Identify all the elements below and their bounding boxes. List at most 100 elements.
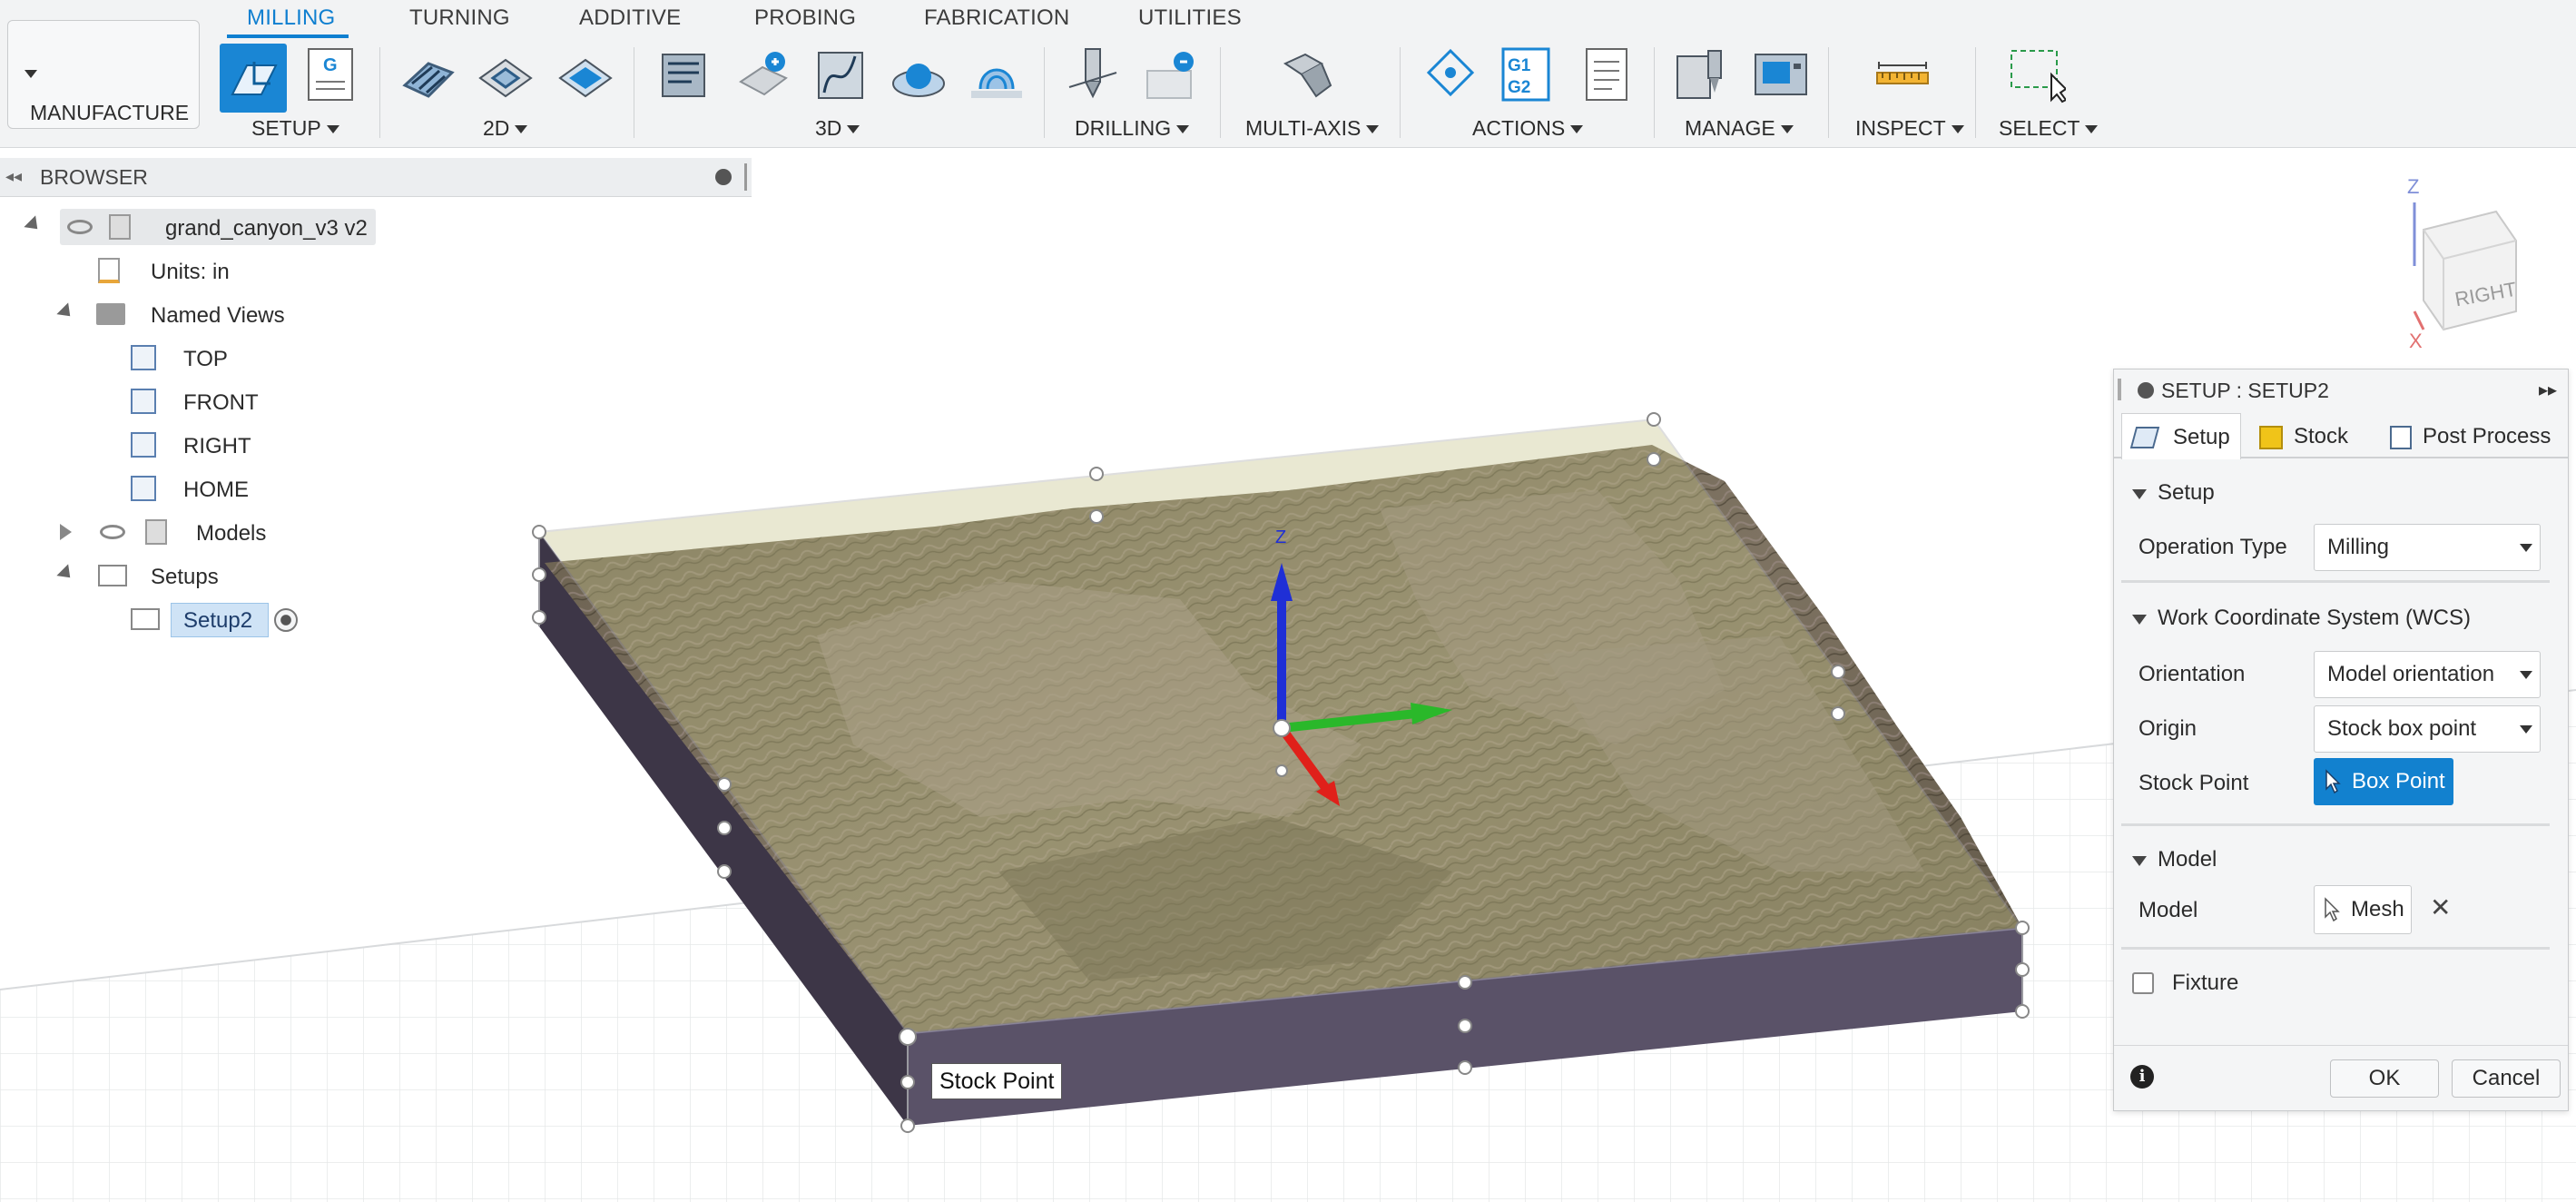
- clear-selection-icon[interactable]: ✕: [2430, 892, 2451, 922]
- tree-root[interactable]: grand_canyon_v3 v2: [0, 209, 381, 245]
- expand-toggle-icon[interactable]: [60, 524, 72, 540]
- machine-library-icon[interactable]: [1752, 45, 1810, 103]
- actions-group-menu[interactable]: ACTIONS: [1472, 116, 1584, 141]
- scallop-icon[interactable]: [968, 45, 1026, 103]
- tab-probing[interactable]: PROBING: [754, 5, 856, 31]
- open-folder-icon: [98, 565, 127, 586]
- browser-options-icon[interactable]: [715, 169, 732, 185]
- orientation-label: Orientation: [2138, 662, 2246, 686]
- dialog-expand-icon[interactable]: ▸▸: [2539, 379, 2557, 401]
- select-group-menu[interactable]: SELECT: [1999, 116, 2099, 141]
- dialog-collapse-icon[interactable]: [2138, 382, 2154, 399]
- simulate-icon[interactable]: [1421, 45, 1480, 103]
- expand-toggle-icon[interactable]: [56, 302, 76, 322]
- ok-button[interactable]: OK: [2330, 1059, 2439, 1098]
- 2d-group-menu[interactable]: 2D: [483, 116, 528, 141]
- operation-type-select[interactable]: Milling: [2314, 524, 2541, 571]
- box-point-button[interactable]: Box Point: [2314, 758, 2453, 805]
- tree-view-front[interactable]: FRONT: [0, 383, 381, 419]
- view-cube[interactable]: Z RIGHT X: [2387, 175, 2542, 357]
- 3d-pocket-icon[interactable]: [735, 45, 793, 103]
- chevron-down-icon: [2520, 725, 2532, 734]
- tab-additive[interactable]: ADDITIVE: [579, 5, 681, 31]
- info-icon[interactable]: i: [2130, 1065, 2154, 1089]
- cancel-button[interactable]: Cancel: [2452, 1059, 2561, 1098]
- workspace-switcher[interactable]: MANUFACTURE: [7, 20, 200, 129]
- nc-program-icon[interactable]: G: [303, 45, 358, 105]
- root-component-label: grand_canyon_v3 v2: [165, 216, 368, 241]
- post-process-icon[interactable]: G1 G2: [1498, 45, 1556, 103]
- visibility-eye-icon[interactable]: [100, 525, 125, 539]
- setup2-label: Setup2: [183, 608, 253, 633]
- tree-view-top[interactable]: TOP: [0, 340, 381, 376]
- visibility-eye-icon[interactable]: [67, 220, 93, 234]
- multi-axis-group-menu[interactable]: MULTI-AXIS: [1245, 116, 1380, 141]
- face-icon[interactable]: [556, 45, 615, 103]
- mesh-selection-button[interactable]: Mesh: [2314, 885, 2412, 934]
- measure-icon[interactable]: [1873, 45, 1932, 103]
- toolbar: MANUFACTURE MILLING TURNING ADDITIVE PRO…: [0, 0, 2576, 148]
- tab-utilities[interactable]: UTILITIES: [1138, 5, 1242, 31]
- svg-text:G2: G2: [1508, 78, 1530, 97]
- section-collapse-icon[interactable]: [2132, 615, 2147, 625]
- svg-text:G: G: [323, 55, 338, 75]
- tree-view-right[interactable]: RIGHT: [0, 427, 381, 463]
- tab-turning[interactable]: TURNING: [409, 5, 510, 31]
- stock-point-tooltip: Stock Point: [931, 1063, 1063, 1099]
- tree-setup2[interactable]: Setup2: [0, 601, 381, 637]
- expand-toggle-icon[interactable]: [24, 215, 44, 235]
- tab-milling[interactable]: MILLING: [247, 5, 335, 31]
- fixture-checkbox[interactable]: [2132, 972, 2154, 994]
- 2d-pocket-icon[interactable]: [477, 45, 535, 103]
- 3d-group-menu[interactable]: 3D: [815, 116, 860, 141]
- tab-stock[interactable]: Stock: [2250, 413, 2368, 458]
- tab-setup[interactable]: Setup: [2121, 413, 2241, 459]
- window-select-icon[interactable]: [2008, 45, 2068, 103]
- setup-sheet-icon[interactable]: [1578, 45, 1636, 103]
- drilling-group-menu[interactable]: DRILLING: [1075, 116, 1190, 141]
- chevron-down-icon: [25, 70, 37, 79]
- inspect-group-menu[interactable]: INSPECT: [1855, 116, 1964, 141]
- operation-type-label: Operation Type: [2138, 535, 2287, 559]
- dialog-title: SETUP : SETUP2: [2161, 379, 2329, 402]
- folder-icon: [96, 303, 125, 325]
- expand-toggle-icon[interactable]: [56, 564, 76, 584]
- tree-named-views[interactable]: Named Views: [0, 296, 381, 332]
- origin-label: Origin: [2138, 716, 2197, 741]
- orientation-select[interactable]: Model orientation: [2314, 651, 2541, 698]
- section-setup: Setup: [2158, 480, 2215, 505]
- setup-tab-icon: [2129, 427, 2160, 448]
- named-view-icon: [131, 389, 156, 414]
- section-collapse-icon[interactable]: [2132, 489, 2147, 499]
- tool-library-icon[interactable]: [1674, 45, 1732, 103]
- parallel-icon[interactable]: [890, 45, 948, 103]
- tab-fabrication[interactable]: FABRICATION: [924, 5, 1069, 31]
- chevron-down-icon: [2520, 671, 2532, 679]
- component-icon: [109, 214, 131, 240]
- multi-axis-icon[interactable]: [1278, 45, 1336, 103]
- setup-group-menu[interactable]: SETUP: [251, 116, 339, 141]
- section-collapse-icon[interactable]: [2132, 856, 2147, 866]
- dialog-drag-handle[interactable]: [2118, 379, 2121, 400]
- chevron-down-icon: [2520, 544, 2532, 552]
- new-setup-icon[interactable]: [220, 44, 287, 113]
- origin-select[interactable]: Stock box point: [2314, 705, 2541, 753]
- browser-resize-handle[interactable]: [744, 163, 747, 191]
- 3d-adaptive-icon[interactable]: [655, 45, 713, 103]
- drill-icon[interactable]: [1064, 45, 1122, 103]
- 2d-adaptive-icon[interactable]: [399, 45, 457, 103]
- tree-units[interactable]: Units: in: [0, 252, 381, 289]
- fixture-label: Fixture: [2172, 970, 2239, 995]
- manage-group-menu[interactable]: MANAGE: [1685, 116, 1794, 141]
- tree-setups[interactable]: Setups: [0, 557, 381, 594]
- active-setup-radio-icon[interactable]: [274, 608, 298, 632]
- thread-icon[interactable]: [1144, 45, 1202, 103]
- tab-post-process[interactable]: Post Process: [2377, 413, 2559, 458]
- named-views-label: Named Views: [151, 303, 285, 328]
- contour-icon[interactable]: [811, 45, 870, 103]
- collapse-browser-icon[interactable]: ◂◂: [5, 167, 22, 186]
- svg-text:Z: Z: [2407, 175, 2419, 198]
- tree-view-home[interactable]: HOME: [0, 470, 381, 507]
- tree-models[interactable]: Models: [0, 514, 381, 550]
- stock-cube-icon: [2259, 426, 2283, 449]
